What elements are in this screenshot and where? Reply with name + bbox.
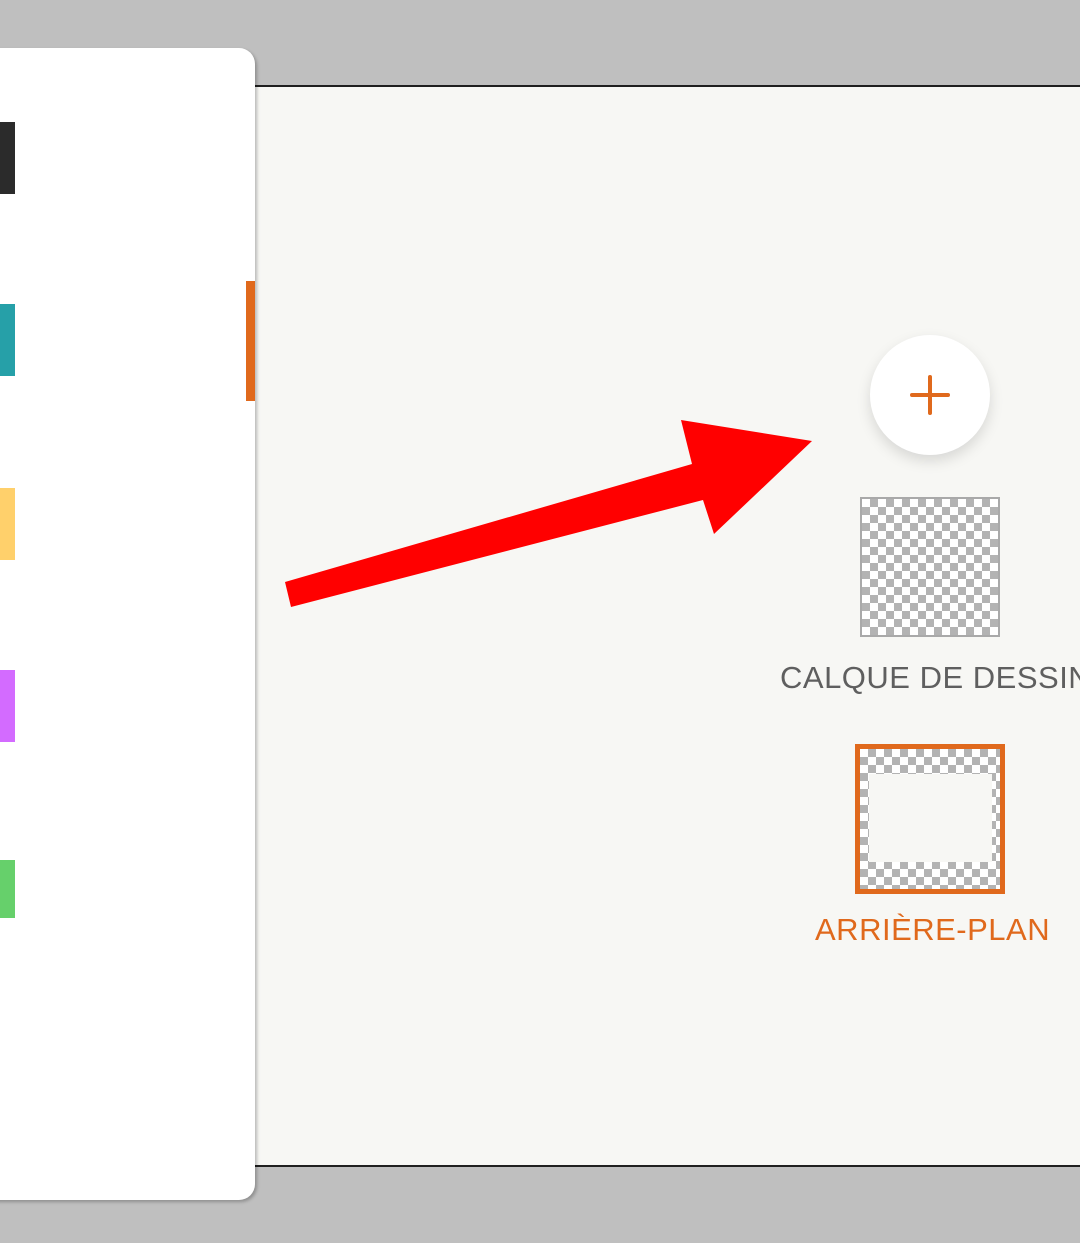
background-layer-label: ARRIÈRE-PLAN [815,912,1051,947]
color-swatch-green[interactable] [0,860,15,918]
plus-icon [910,375,950,415]
add-layer-button[interactable] [870,335,990,455]
background-layer-thumbnail[interactable] [855,744,1005,894]
color-swatch-teal[interactable] [0,304,15,376]
color-swatch-purple[interactable] [0,670,15,742]
drawing-layer-label: CALQUE DE DESSIN [780,660,1080,695]
color-swatch-dark-gray[interactable] [0,122,15,194]
background-fill-preview [869,774,992,862]
color-palette-panel [0,48,255,1200]
color-swatch-yellow[interactable] [0,488,15,560]
drawing-layer-thumbnail[interactable] [860,497,1000,637]
active-tab-indicator [246,281,255,401]
